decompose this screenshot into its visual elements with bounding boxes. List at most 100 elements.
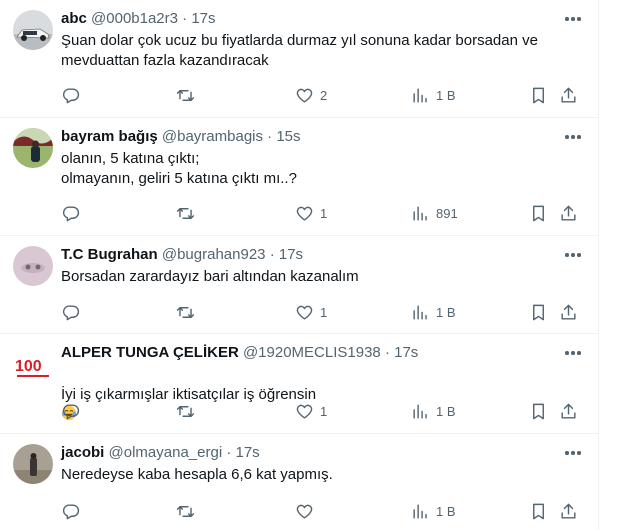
view-count: 1 B <box>436 403 456 419</box>
reply-icon <box>62 205 80 221</box>
car-avatar-image <box>13 10 53 50</box>
action-bar: 1 1 B <box>53 302 593 322</box>
like-button[interactable]: 1 <box>295 302 327 322</box>
timestamp[interactable]: 17s <box>394 344 418 361</box>
avatar[interactable]: 100 <box>13 344 53 384</box>
tweet-header: ALPER TUNGA ÇELİKER @1920MECLIS1938 · 17… <box>61 343 418 363</box>
like-button[interactable]: 1 <box>295 203 327 223</box>
replies-feed: abc @000b1a2r3 · 17s Şuan dolar çok ucuz… <box>0 0 599 530</box>
avatar[interactable] <box>13 10 53 50</box>
share-button[interactable] <box>559 302 578 322</box>
avatar[interactable] <box>13 128 53 168</box>
reply-button[interactable] <box>61 85 86 105</box>
bookmark-button[interactable] <box>529 501 548 521</box>
bookmark-icon <box>533 403 544 419</box>
action-bar: 1 B <box>53 501 593 521</box>
display-name[interactable]: bayram bağış <box>61 128 158 145</box>
bookmark-button[interactable] <box>529 401 548 421</box>
like-button[interactable]: 1 <box>295 401 327 421</box>
tweet-text: olanın, 5 katına çıktı; olmayanın, gelir… <box>61 150 297 187</box>
bookmark-icon <box>533 304 544 320</box>
user-handle[interactable]: @000b1a2r3 <box>91 10 178 27</box>
like-count: 1 <box>320 403 328 419</box>
tweet[interactable]: T.C Bugrahan @bugrahan923 · 17s Borsadan… <box>0 236 598 334</box>
reply-button[interactable] <box>61 501 86 521</box>
views-button[interactable]: 1 B <box>411 302 456 322</box>
views-icon <box>413 205 427 221</box>
share-button[interactable] <box>559 501 578 521</box>
like-count: 1 <box>320 304 328 320</box>
avatar[interactable] <box>13 444 53 484</box>
tweet-text: Şuan dolar çok ucuz bu fiyatlarda durmaz… <box>61 32 538 69</box>
timestamp[interactable]: 17s <box>279 246 303 263</box>
retweet-button[interactable] <box>176 203 201 223</box>
retweet-icon <box>176 207 195 219</box>
bookmark-button[interactable] <box>529 302 548 322</box>
bookmark-button[interactable] <box>529 203 548 223</box>
views-button[interactable]: 1 B <box>411 501 456 521</box>
tweet-text: Neredeyse kaba hesapla 6,6 kat yapmış. <box>61 466 333 483</box>
heart-icon <box>296 305 313 320</box>
more-icon[interactable] <box>563 443 583 463</box>
views-button[interactable]: 1 B <box>411 401 456 421</box>
bookmark-icon <box>533 205 544 221</box>
separator-dot: · <box>267 128 273 145</box>
retweet-button[interactable] <box>176 401 201 421</box>
more-icon[interactable] <box>563 9 583 29</box>
retweet-button[interactable] <box>176 85 201 105</box>
like-count: 2 <box>320 87 328 103</box>
retweet-button[interactable] <box>176 501 201 521</box>
more-icon[interactable] <box>563 245 583 265</box>
bookmark-button[interactable] <box>529 85 548 105</box>
reply-button[interactable] <box>61 302 86 322</box>
retweet-icon <box>176 505 195 517</box>
user-handle[interactable]: @1920MECLIS1938 <box>243 344 381 361</box>
retweet-button[interactable] <box>176 302 201 322</box>
share-button[interactable] <box>559 203 578 223</box>
separator-dot: · <box>226 444 232 461</box>
user-handle[interactable]: @bayrambagis <box>162 128 263 145</box>
display-name[interactable]: ALPER TUNGA ÇELİKER <box>61 344 239 361</box>
more-icon[interactable] <box>563 343 583 363</box>
tweet[interactable]: 100 ALPER TUNGA ÇELİKER @1920MECLIS1938 … <box>0 334 598 434</box>
like-button[interactable]: 2 <box>295 85 327 105</box>
views-icon <box>413 403 427 419</box>
reply-icon <box>62 87 80 103</box>
share-icon <box>561 87 576 103</box>
timestamp[interactable]: 17s <box>191 10 215 27</box>
action-bar: 2 1 B <box>53 85 593 105</box>
avatar[interactable] <box>13 246 53 286</box>
display-name[interactable]: jacobi <box>61 444 104 461</box>
views-button[interactable]: 891 <box>411 203 458 223</box>
timestamp[interactable]: 17s <box>236 444 260 461</box>
separator-dot: · <box>182 10 188 27</box>
share-icon <box>561 304 576 320</box>
views-button[interactable]: 1 B <box>411 85 456 105</box>
tweet[interactable]: jacobi @olmayana_ergi · 17s Neredeyse ka… <box>0 434 598 530</box>
reply-button[interactable] <box>61 401 86 421</box>
reply-icon <box>62 304 80 320</box>
share-button[interactable] <box>559 401 578 421</box>
user-handle[interactable]: @bugrahan923 <box>162 246 266 263</box>
heart-icon <box>296 504 313 519</box>
timestamp[interactable]: 15s <box>276 128 300 145</box>
reply-button[interactable] <box>61 203 86 223</box>
tweet[interactable]: bayram bağış @bayrambagis · 15s olanın, … <box>0 118 598 236</box>
separator-dot: · <box>384 344 390 361</box>
user-handle[interactable]: @olmayana_ergi <box>109 444 223 461</box>
share-button[interactable] <box>559 85 578 105</box>
heart-icon <box>296 88 313 103</box>
retweet-icon <box>176 89 195 101</box>
display-name[interactable]: abc <box>61 10 87 27</box>
display-name[interactable]: T.C Bugrahan <box>61 246 158 263</box>
views-icon <box>413 87 427 103</box>
pink-avatar-image <box>13 246 53 286</box>
action-bar: 1 1 B <box>53 401 593 421</box>
retweet-icon <box>176 306 195 318</box>
share-icon <box>561 503 576 519</box>
tweet-header: bayram bağış @bayrambagis · 15s <box>61 127 301 147</box>
tweet[interactable]: abc @000b1a2r3 · 17s Şuan dolar çok ucuz… <box>0 0 598 118</box>
like-button[interactable] <box>295 501 320 521</box>
separator-dot: · <box>269 246 275 263</box>
more-icon[interactable] <box>563 127 583 147</box>
